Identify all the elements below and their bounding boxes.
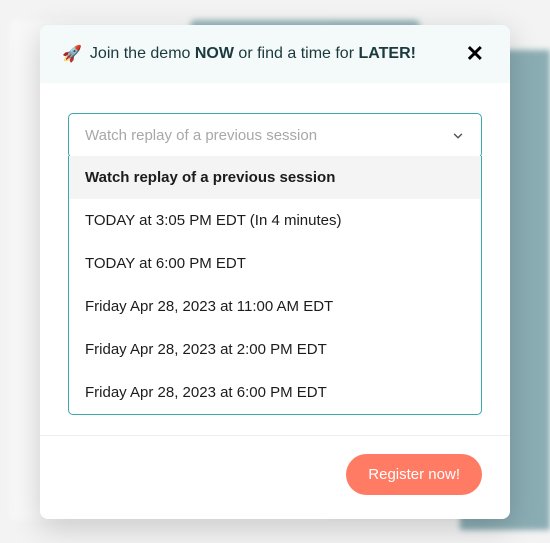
heading-prefix: Join the demo [90,45,195,62]
rocket-icon: 🚀 [62,44,82,64]
session-select[interactable]: Watch replay of a previous session Watch… [68,113,482,415]
heading-later: LATER! [358,45,415,62]
modal-header: 🚀 Join the demo NOW or find a time for L… [40,25,510,83]
session-option[interactable]: TODAY at 6:00 PM EDT [69,242,481,285]
modal-heading: 🚀 Join the demo NOW or find a time for L… [62,44,416,64]
modal-footer: Register now! [40,435,510,519]
close-icon[interactable]: ✕ [462,41,488,67]
session-dropdown: Watch replay of a previous session TODAY… [68,156,482,415]
heading-text: Join the demo NOW or find a time for LAT… [90,45,416,63]
session-select-display[interactable]: Watch replay of a previous session [68,113,482,158]
session-option[interactable]: TODAY at 3:05 PM EDT (In 4 minutes) [69,199,481,242]
heading-mid: or find a time for [234,45,359,62]
register-button[interactable]: Register now! [346,454,482,495]
session-option[interactable]: Watch replay of a previous session [69,156,481,199]
demo-registration-modal: 🚀 Join the demo NOW or find a time for L… [40,25,510,519]
session-option[interactable]: Friday Apr 28, 2023 at 6:00 PM EDT [69,371,481,414]
heading-now: NOW [195,45,234,62]
session-select-placeholder: Watch replay of a previous session [85,127,317,144]
session-option[interactable]: Friday Apr 28, 2023 at 2:00 PM EDT [69,328,481,371]
session-option[interactable]: Friday Apr 28, 2023 at 11:00 AM EDT [69,285,481,328]
chevron-down-icon [451,129,465,143]
modal-body: Watch replay of a previous session Watch… [40,83,510,435]
